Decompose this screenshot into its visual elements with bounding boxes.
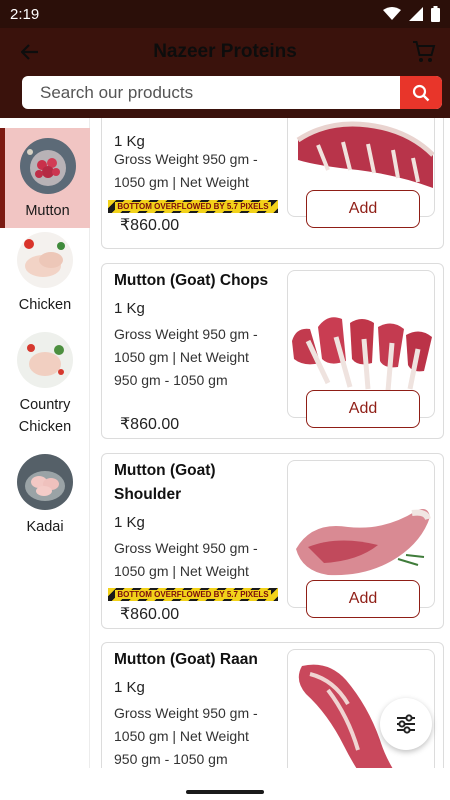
category-kadai[interactable]: Kadai [0, 450, 90, 540]
kadai-category-image [17, 454, 73, 510]
battery-icon [431, 6, 440, 22]
search-area [0, 76, 450, 118]
search-input[interactable] [22, 76, 400, 109]
product-name: Mutton (Goat) Raan [114, 651, 258, 668]
product-list: 1 Kg Gross Weight 950 gm - 1050 gm | Net… [90, 118, 450, 768]
product-quantity: 1 Kg [114, 679, 145, 696]
product-name: Mutton (Goat) Shoulder [114, 462, 216, 503]
add-button[interactable]: Add [306, 190, 420, 228]
category-country-chicken[interactable]: Country Chicken [0, 328, 90, 444]
category-chicken[interactable]: Chicken [0, 228, 90, 324]
product-card[interactable]: 1 Kg Gross Weight 950 gm - 1050 gm | Net… [101, 118, 444, 249]
product-name: Mutton (Goat) Chops [114, 272, 269, 289]
product-price: ₹860.00 [120, 217, 180, 234]
overflow-warning: BOTTOM OVERFLOWED BY 5.7 PIXELS [108, 200, 278, 213]
search-icon [412, 84, 430, 101]
product-card[interactable]: Mutton (Goat) Shoulder 1 Kg Gross Weight… [101, 453, 444, 629]
mutton-category-image [19, 138, 76, 194]
app-bar: Nazeer Proteins [0, 28, 450, 76]
category-mutton[interactable]: Mutton [0, 128, 90, 228]
add-button[interactable]: Add [306, 580, 420, 618]
product-description: Gross Weight 950 gm - 1050 gm | Net Weig… [114, 540, 258, 579]
status-time: 2:19 [10, 5, 40, 23]
product-price: ₹860.00 [120, 606, 180, 623]
product-quantity: 1 Kg [114, 300, 145, 317]
category-sidebar: Mutton Chicken Country Chicken Kadai [0, 118, 90, 768]
search-button[interactable] [400, 76, 442, 109]
product-quantity: 1 Kg [114, 514, 145, 531]
product-card[interactable]: Mutton (Goat) Chops 1 Kg Gross Weight 95… [101, 263, 444, 439]
back-button[interactable] [0, 28, 60, 76]
wifi-icon [383, 7, 401, 20]
country-chicken-category-image [17, 332, 73, 388]
category-label-chicken: Chicken [18, 297, 72, 313]
product-price: ₹860.00 [120, 416, 180, 433]
add-button[interactable]: Add [306, 390, 420, 428]
product-description: Gross Weight 950 gm - 1050 gm | Net Weig… [114, 151, 258, 190]
search-box [22, 76, 442, 109]
filter-button[interactable] [380, 698, 432, 750]
chicken-category-image [17, 232, 73, 288]
cart-button[interactable] [410, 38, 438, 66]
category-label-country-chicken: Country Chicken [18, 397, 72, 435]
category-label-mutton: Mutton [25, 203, 70, 219]
status-bar: 2:19 [0, 0, 450, 28]
category-label-kadai: Kadai [26, 519, 64, 535]
product-description: Gross Weight 950 gm - 1050 gm | Net Weig… [114, 326, 258, 388]
status-icons [383, 6, 440, 22]
system-navigation-bar [0, 768, 450, 800]
filter-sliders-icon [397, 714, 415, 734]
arrow-back-icon [21, 44, 38, 60]
cart-icon [413, 41, 436, 62]
product-description: Gross Weight 950 gm - 1050 gm | Net Weig… [114, 705, 258, 767]
app-title: Nazeer Proteins [153, 41, 297, 62]
overflow-warning: BOTTOM OVERFLOWED BY 5.7 PIXELS [108, 588, 278, 601]
home-gesture-handle[interactable] [186, 790, 264, 794]
signal-icon [409, 7, 423, 21]
